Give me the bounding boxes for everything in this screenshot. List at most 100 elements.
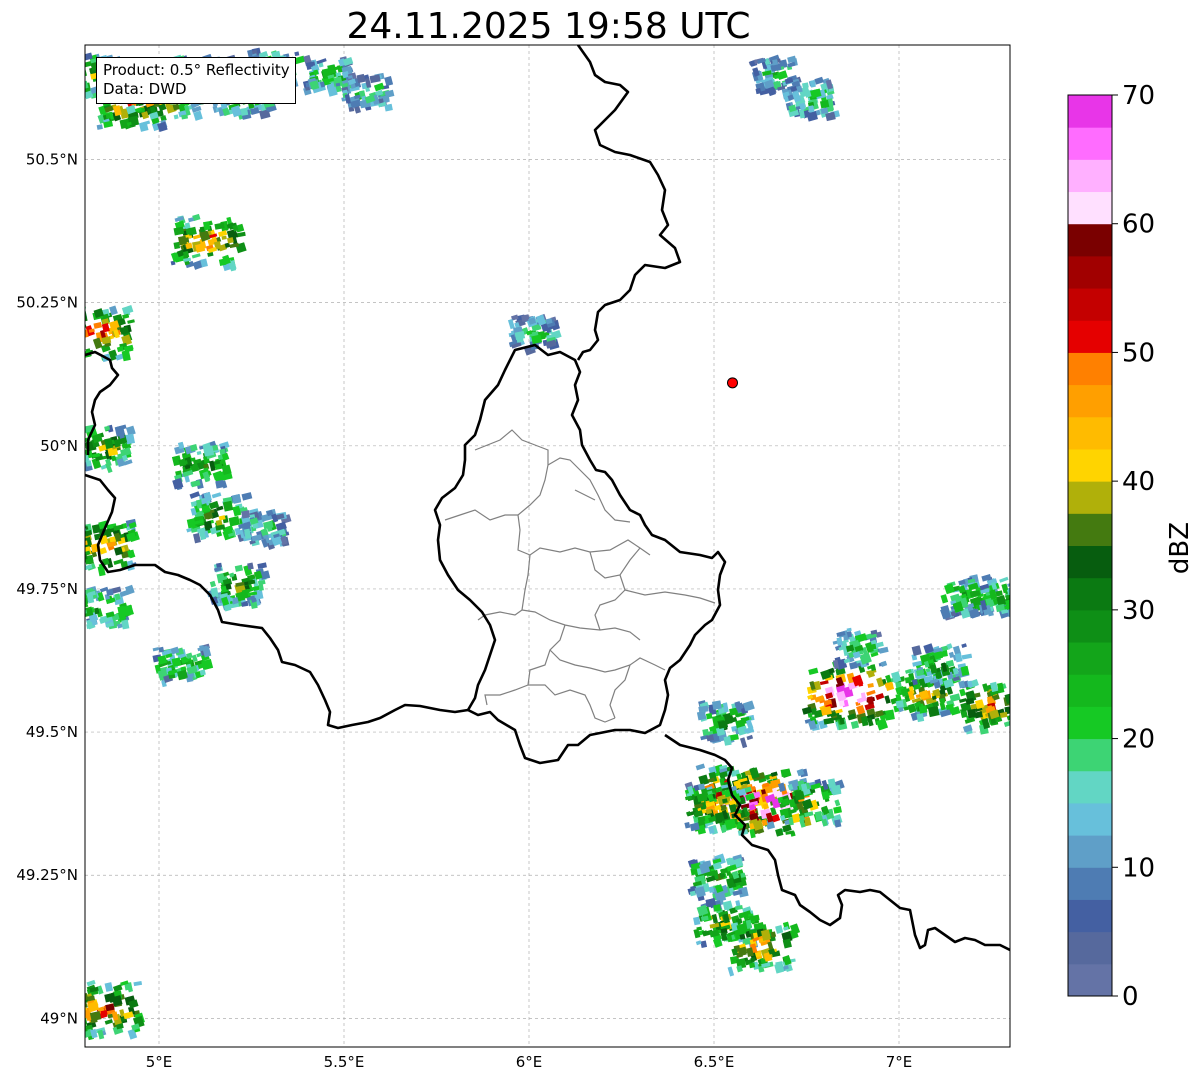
colorbar-segment xyxy=(1068,577,1112,611)
radar-pixel xyxy=(66,321,75,328)
radar-pixel xyxy=(1025,577,1035,588)
colorbar-segment xyxy=(1068,384,1112,418)
colorbar-segment xyxy=(1068,159,1112,193)
radar-pixel xyxy=(85,333,86,341)
radar-pixel xyxy=(74,554,85,564)
radar-pixel xyxy=(96,124,103,130)
radar-pixel xyxy=(918,705,928,714)
lon-tick-label: 5.5°E xyxy=(324,1053,365,1071)
lat-tick-label: 49.75°N xyxy=(16,580,78,598)
radar-pixel xyxy=(1022,713,1031,723)
radar-pixel xyxy=(69,88,80,97)
colorbar-segment xyxy=(1068,642,1112,675)
radar-pixel xyxy=(85,604,86,611)
radar-pixel xyxy=(218,258,227,266)
lon-tick-label: 6°E xyxy=(516,1053,543,1071)
radar-pixel xyxy=(74,519,84,530)
radar-pixel xyxy=(1014,603,1023,611)
radar-pixel xyxy=(69,520,80,531)
radar-pixel xyxy=(1018,711,1024,720)
radar-pixel xyxy=(70,328,78,335)
colorbar-segment xyxy=(1068,320,1112,353)
radar-pixel xyxy=(1012,707,1022,718)
radar-pixel xyxy=(65,72,71,80)
radar-pixel xyxy=(1021,715,1026,722)
radar-pixel xyxy=(75,314,82,319)
radar-pixel xyxy=(831,784,842,796)
radar-pixel xyxy=(85,67,86,75)
radar-pixel xyxy=(838,700,845,707)
radar-pixel xyxy=(71,349,82,360)
radar-pixel xyxy=(1023,589,1035,601)
lon-tick-label: 6.5°E xyxy=(694,1053,735,1071)
radar-pixel xyxy=(713,904,722,912)
radar-pixel xyxy=(73,329,80,338)
radar-pixel xyxy=(65,82,74,89)
radar-pixel xyxy=(1023,594,1033,601)
radar-pixel xyxy=(241,510,251,519)
radar-pixel xyxy=(1014,697,1024,705)
radar-pixel xyxy=(69,59,76,66)
radar-pixel xyxy=(76,1000,83,1009)
colorbar-tick-label: 40 xyxy=(1122,467,1155,497)
info-box: Product: 0.5° Reflectivity Data: DWD xyxy=(96,57,296,104)
radar-pixel xyxy=(1014,583,1022,590)
radar-pixel xyxy=(1011,698,1021,703)
radar-pixel xyxy=(1011,699,1020,704)
radar-pixel xyxy=(171,657,182,668)
radar-pixel xyxy=(1019,706,1025,716)
colorbar-label: dBZ xyxy=(1165,522,1195,574)
radar-pixel xyxy=(76,333,84,340)
radar-pixel xyxy=(69,997,76,1005)
radar-pixel xyxy=(895,700,904,709)
colorbar-segment xyxy=(1068,835,1112,868)
radar-pixel xyxy=(75,319,83,327)
radar-pixel xyxy=(76,539,85,545)
radar-pixel xyxy=(69,55,75,60)
radar-pixel xyxy=(1012,687,1022,696)
radar-pixel xyxy=(73,990,79,994)
radar-pixel xyxy=(1014,722,1023,732)
radar-pixel xyxy=(85,51,86,63)
radar-pixel xyxy=(85,327,86,335)
radar-pixel xyxy=(168,670,175,676)
radar-pixel xyxy=(1023,586,1034,596)
radar-pixel xyxy=(74,558,84,564)
radar-pixel xyxy=(72,82,78,90)
radar-pixel xyxy=(122,604,134,617)
radar-pixel xyxy=(85,460,92,467)
colorbar-tick-label: 50 xyxy=(1122,338,1155,368)
colorbar-segment xyxy=(1068,191,1112,225)
radar-pixel xyxy=(66,987,74,997)
radar-pixel xyxy=(1019,684,1028,690)
lat-tick-label: 49.25°N xyxy=(16,866,78,884)
radar-pixel xyxy=(72,67,82,76)
radar-pixel xyxy=(1019,690,1029,702)
radar-pixel xyxy=(69,88,76,94)
lat-tick-label: 49°N xyxy=(40,1009,78,1027)
radar-pixel xyxy=(76,333,83,342)
radar-pixel xyxy=(62,324,69,334)
lat-tick-label: 50°N xyxy=(40,437,78,455)
radar-pixel xyxy=(74,1026,82,1037)
radar-pixel xyxy=(1022,595,1027,600)
radar-pixel xyxy=(1011,715,1019,720)
radar-pixel xyxy=(1011,678,1022,689)
radar-pixel xyxy=(1023,607,1032,613)
radar-pixel xyxy=(70,347,81,356)
radar-pixel xyxy=(79,436,85,441)
data-line: Data: DWD xyxy=(103,80,187,98)
radar-pixel xyxy=(68,562,76,568)
radar-pixel xyxy=(772,59,779,66)
radar-pixel xyxy=(71,70,77,77)
radar-pixel xyxy=(69,1001,78,1006)
radar-pixel xyxy=(68,532,79,541)
colorbar-tick-label: 20 xyxy=(1122,725,1155,755)
radar-pixel xyxy=(72,531,79,537)
radar-pixel xyxy=(185,227,194,235)
colorbar-ticks: 0 10 20 30 40 50 60 70 xyxy=(1112,81,1155,1012)
lon-tick-label: 5°E xyxy=(146,1053,173,1071)
radar-pixel xyxy=(72,563,83,571)
radar-pixel xyxy=(215,479,225,489)
radar-pixel xyxy=(1022,606,1030,617)
